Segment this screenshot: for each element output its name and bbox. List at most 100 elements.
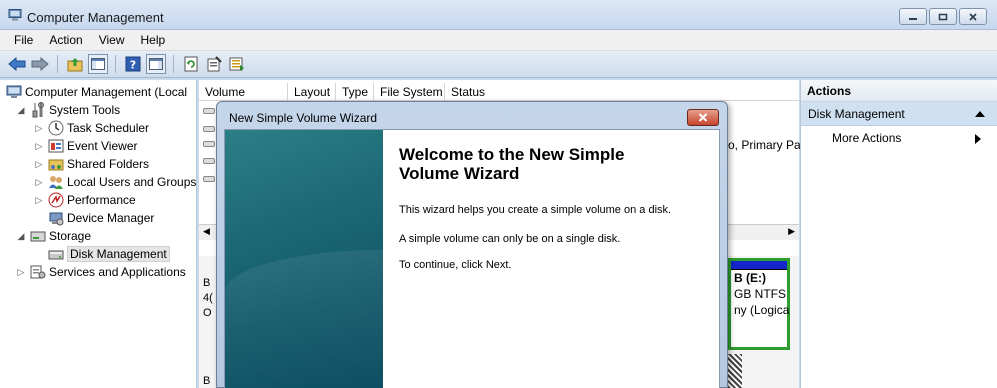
expand-arrow-icon[interactable]: ▷ [34, 123, 44, 133]
tree-item-system-tools[interactable]: ◢ System Tools [16, 101, 120, 119]
event-viewer-icon [48, 138, 64, 154]
tree-label-root: Computer Management (Local [25, 85, 188, 99]
task-scheduler-icon [48, 120, 64, 136]
volume-status-partial: o, Primary Pa [728, 138, 801, 152]
export-list-icon [229, 57, 244, 71]
volume-e-size: GB NTFS [734, 287, 787, 301]
storage-icon [30, 228, 46, 244]
expand-arrow-icon[interactable]: ▷ [16, 267, 26, 277]
volume-e-block[interactable]: B (E:) GB NTFS ny (Logica [728, 258, 790, 350]
volume-e-name: B (E:) [734, 271, 766, 285]
help-button[interactable]: ? [123, 54, 143, 74]
scroll-left-icon[interactable]: ◀ [203, 226, 210, 237]
actions-section-disk-management[interactable]: Disk Management [801, 102, 997, 126]
tree-label-device-manager: Device Manager [67, 211, 155, 225]
wizard-body: Welcome to the New Simple Volume Wizard … [224, 129, 720, 388]
tree-label-services: Services and Applications [49, 265, 186, 279]
console-tree: Computer Management (Local ◢ System Tool… [0, 80, 197, 388]
tree-label-performance: Performance [67, 193, 136, 207]
wizard-text-line2: A simple volume can only be on a single … [399, 233, 621, 245]
volume-row-icon[interactable] [203, 176, 215, 182]
disk0-size-fragment: 4( [203, 292, 213, 304]
restore-button[interactable] [929, 8, 957, 25]
expand-arrow-icon[interactable]: ▷ [34, 159, 44, 169]
properties-icon [207, 56, 222, 72]
volume-row-icon[interactable] [203, 141, 215, 147]
tree-label-event-viewer: Event Viewer [67, 139, 138, 153]
expand-arrow-icon[interactable]: ▷ [34, 177, 44, 187]
close-icon [698, 113, 708, 122]
expand-arrow-icon[interactable]: ▷ [34, 195, 44, 205]
menu-bar: File Action View Help [0, 30, 997, 51]
volume-row-icon[interactable] [203, 108, 215, 114]
show-hide-tree-button[interactable] [88, 54, 108, 74]
tree-label-storage: Storage [49, 229, 92, 243]
show-hide-action-pane-icon [149, 58, 163, 70]
new-simple-volume-wizard: New Simple Volume Wizard Welcome to the … [216, 101, 728, 388]
menu-help[interactable]: Help [133, 33, 174, 47]
column-header-volume[interactable]: Volume [199, 83, 288, 100]
forward-icon [31, 57, 49, 71]
tree-item-event-viewer[interactable]: ▷ Event Viewer [34, 137, 138, 155]
performance-icon [48, 192, 64, 208]
scroll-right-icon[interactable]: ▶ [788, 226, 795, 237]
services-icon [30, 264, 46, 280]
menu-action[interactable]: Action [41, 33, 90, 47]
refresh-button[interactable] [181, 54, 201, 74]
expand-arrow-icon[interactable]: ▷ [34, 141, 44, 151]
wizard-side-banner [225, 130, 383, 388]
device-manager-icon [48, 210, 64, 226]
actions-header: Actions [801, 80, 997, 102]
tree-item-local-users[interactable]: ▷ Local Users and Groups [34, 173, 196, 191]
shared-folder-icon [48, 156, 64, 172]
tree-item-disk-management[interactable]: Disk Management [48, 245, 170, 263]
column-header-file-system[interactable]: File System [374, 83, 445, 100]
wizard-text-line1: This wizard helps you create a simple vo… [399, 204, 672, 216]
export-list-button[interactable] [227, 54, 247, 74]
up-folder-button[interactable] [65, 54, 85, 74]
title-bar: Computer Management [0, 0, 997, 30]
tree-item-task-scheduler[interactable]: ▷ Task Scheduler [34, 119, 149, 137]
disk1-label-fragment: B [203, 375, 211, 387]
tree-label-local-users: Local Users and Groups [67, 175, 197, 189]
minimize-button[interactable] [899, 8, 927, 25]
tree-label-system-tools: System Tools [49, 103, 121, 117]
volume-row-icon[interactable] [203, 158, 215, 164]
tree-label-shared-folders: Shared Folders [67, 157, 150, 171]
back-button[interactable] [7, 54, 27, 74]
disk-management-icon [48, 246, 64, 262]
tree-item-root[interactable]: Computer Management (Local [6, 83, 187, 101]
tree-item-services[interactable]: ▷ Services and Applications [16, 263, 186, 281]
tree-item-shared-folders[interactable]: ▷ Shared Folders [34, 155, 150, 173]
more-actions-label: More Actions [832, 131, 902, 145]
show-hide-action-pane-button[interactable] [146, 54, 166, 74]
column-header-status[interactable]: Status [445, 83, 645, 100]
toolbar: ? [0, 51, 997, 78]
wizard-text-line3: To continue, click Next. [399, 259, 512, 271]
up-folder-icon [67, 58, 83, 72]
tree-item-device-manager[interactable]: Device Manager [48, 209, 154, 227]
collapse-up-icon[interactable] [975, 111, 985, 117]
menu-view[interactable]: View [91, 33, 133, 47]
collapse-arrow-icon[interactable]: ◢ [16, 231, 26, 241]
close-button[interactable] [959, 8, 987, 25]
column-header-layout[interactable]: Layout [288, 83, 336, 100]
properties-button[interactable] [204, 54, 224, 74]
tree-item-performance[interactable]: ▷ Performance [34, 191, 136, 209]
unallocated-block[interactable] [728, 354, 742, 388]
tree-item-storage[interactable]: ◢ Storage [16, 227, 92, 245]
show-hide-tree-icon [91, 58, 105, 70]
wizard-close-button[interactable] [687, 109, 719, 126]
menu-file[interactable]: File [0, 33, 41, 47]
collapse-arrow-icon[interactable]: ◢ [16, 105, 26, 115]
close-icon [969, 12, 977, 21]
submenu-arrow-icon [975, 134, 981, 144]
computer-management-icon [8, 9, 22, 21]
actions-pane: Actions Disk Management More Actions [800, 80, 997, 388]
window-title: Computer Management [27, 10, 164, 25]
forward-button[interactable] [30, 54, 50, 74]
column-header-type[interactable]: Type [336, 83, 374, 100]
more-actions-item[interactable]: More Actions [801, 126, 997, 150]
volume-row-icon[interactable] [203, 126, 215, 132]
minimize-icon [909, 17, 917, 20]
